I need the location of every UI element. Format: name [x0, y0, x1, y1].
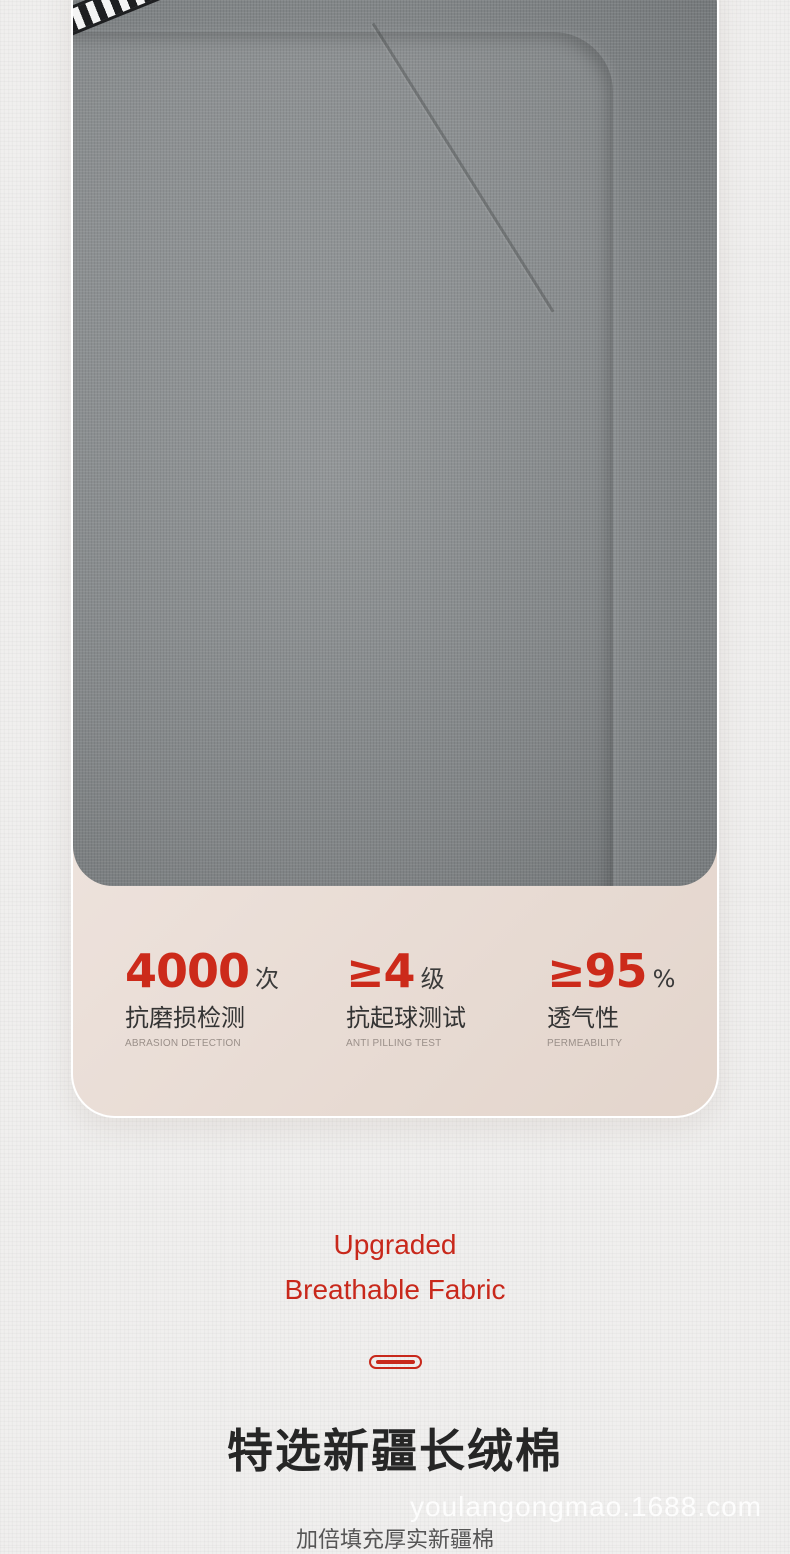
stat-label: 透气性 — [547, 1004, 619, 1032]
section-subtitle: 加倍填充厚实新疆棉 — [295, 1528, 494, 1553]
stat-value: ≥4 — [346, 944, 416, 998]
stat-permeability: ≥95 % 透气性 PERMEABILITY — [547, 948, 675, 1049]
stat-anti-pilling: ≥4 级 抗起球测试 ANTI PILLING TEST — [346, 948, 466, 1049]
headline-line-1: Upgraded — [333, 1229, 457, 1260]
stat-value: 4000 — [125, 944, 250, 998]
stat-sublabel: PERMEABILITY — [547, 1038, 623, 1049]
stats-row: 4000 次 抗磨损检测 ABRASION DETECTION ≥4 级 抗起球… — [73, 948, 717, 1058]
fabric-photo — [73, 0, 717, 886]
divider-icon — [369, 1355, 422, 1369]
watermark-text: youlangongmao.1688.com — [409, 1491, 762, 1522]
stat-sublabel: ANTI PILLING TEST — [346, 1038, 442, 1049]
stat-sublabel: ABRASION DETECTION — [125, 1038, 241, 1049]
stat-unit: % — [652, 965, 676, 993]
section-title: 特选新疆长绒棉 — [227, 1424, 563, 1478]
stat-value: ≥95 — [547, 944, 648, 998]
stat-label: 抗起球测试 — [346, 1004, 466, 1032]
product-card: 4000 次 抗磨损检测 ABRASION DETECTION ≥4 级 抗起球… — [71, 0, 719, 1118]
stat-unit: 级 — [420, 965, 445, 993]
fabric-cushion — [73, 32, 613, 886]
stat-label: 抗磨损检测 — [125, 1004, 245, 1032]
fabric-stripe-trim — [73, 0, 175, 36]
headline-line-2: Breathable Fabric — [284, 1274, 506, 1305]
stat-abrasion: 4000 次 抗磨损检测 ABRASION DETECTION — [125, 948, 279, 1049]
stat-unit: 次 — [255, 965, 280, 993]
